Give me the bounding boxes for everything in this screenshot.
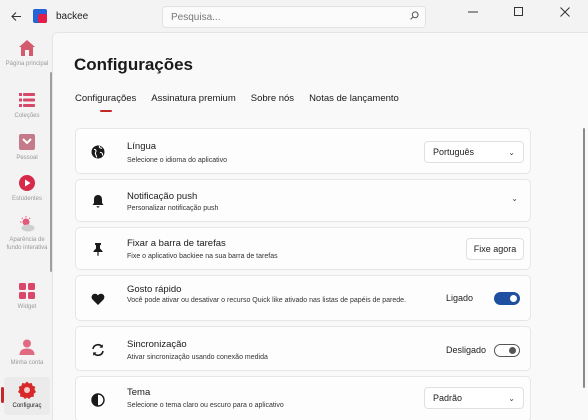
sidebar-item-interactive-wallpaper[interactable]: Aparência de fundo interativa	[4, 214, 50, 252]
theme-icon	[90, 392, 106, 408]
chevron-down-icon[interactable]: ⌄	[511, 194, 518, 203]
settings-icon	[17, 380, 37, 400]
push-title: Notificação push	[127, 191, 198, 202]
quick-like-state: Ligado	[446, 293, 474, 303]
sync-state: Desligado	[446, 345, 487, 355]
theme-title: Tema	[127, 387, 151, 398]
theme-subtitle: Selecione o tema claro ou escuro para o …	[127, 402, 284, 409]
sidebar-item-widget[interactable]: Widget	[4, 281, 50, 311]
tab-about[interactable]: Sobre nós	[251, 93, 294, 112]
theme-dropdown[interactable]: Padrão ⌄	[424, 387, 524, 409]
toggle-knob	[510, 295, 517, 302]
personal-icon	[17, 132, 37, 152]
play-icon	[17, 173, 37, 193]
sidebar-item-label: Pessoal	[16, 155, 38, 161]
sync-icon	[90, 342, 106, 358]
sidebar-item-label: Página principal	[5, 61, 49, 67]
chevron-down-icon: ⌄	[508, 147, 515, 157]
quick-like-title: Gosto rápido	[127, 284, 182, 295]
sidebar-item-collections[interactable]: Coleções	[4, 90, 50, 120]
sidebar-item-students[interactable]: Estúdentes	[4, 173, 50, 203]
sidebar-item-account[interactable]: Minha conta	[4, 337, 50, 367]
back-arrow-icon	[10, 11, 21, 21]
push-subtitle: Personalizar notificação push	[127, 205, 219, 212]
back-button[interactable]	[3, 3, 29, 29]
title-bar: backee Pesquisa...	[0, 0, 588, 32]
sidebar-item-home[interactable]: Página principal	[4, 38, 50, 68]
app-title: backee	[56, 10, 89, 22]
taskbar-subtitle: Fixe o aplicativo backiee na sua barra d…	[127, 253, 278, 260]
sidebar-item-label: Coleções	[14, 113, 40, 119]
weather-icon	[17, 214, 37, 234]
sync-card: Sincronização Ativar sincronização usand…	[75, 326, 531, 371]
language-value: Português	[433, 147, 475, 157]
sync-subtitle: Ativar sincronização usando conexão medi…	[127, 354, 268, 361]
language-card: Língua Selecione o idioma do aplicativo …	[75, 128, 531, 174]
sidebar-item-label: Minha conta	[10, 360, 44, 366]
sidebar-item-label: Widget	[17, 304, 37, 310]
taskbar-title: Fixar a barra de tarefas	[127, 238, 226, 249]
heart-icon	[90, 291, 106, 307]
tabs: Configurações Assinatura premium Sobre n…	[75, 93, 414, 112]
maximize-button[interactable]	[496, 0, 542, 24]
pin-icon	[90, 241, 106, 257]
language-dropdown[interactable]: Português ⌄	[424, 141, 524, 163]
tab-release-notes[interactable]: Notas de lançamento	[309, 93, 399, 112]
push-notification-card[interactable]: Notificação push Personalizar notificaçã…	[75, 179, 531, 222]
language-title: Língua	[127, 141, 157, 152]
minimize-button[interactable]	[450, 0, 496, 24]
sidebar: Página principal Coleções Pessoal Estúde…	[0, 32, 52, 420]
sync-title: Sincronização	[127, 339, 187, 350]
content-scrollbar[interactable]	[583, 128, 585, 388]
pin-taskbar-card: Fixar a barra de tarefas Fixe o aplicati…	[75, 227, 531, 270]
quick-like-card: Gosto rápido Você pode ativar ou desativ…	[75, 275, 531, 321]
sidebar-item-label: Estúdentes	[11, 196, 43, 202]
tab-premium[interactable]: Assinatura premium	[151, 93, 235, 112]
sidebar-item-label: Aparência de fundo interativa	[6, 237, 48, 251]
quick-like-subtitle: Você pode ativar ou desativar o recurso …	[127, 297, 406, 304]
theme-value: Padrão	[433, 393, 463, 403]
close-button[interactable]	[542, 0, 588, 24]
toggle-knob	[509, 347, 516, 354]
globe-icon	[90, 144, 106, 160]
user-icon	[17, 337, 37, 357]
sidebar-item-settings[interactable]: Configuraç	[4, 377, 50, 415]
pin-now-button[interactable]: Fixe agora	[466, 238, 524, 260]
app-logo	[33, 9, 47, 23]
collections-icon	[17, 90, 37, 110]
tab-settings[interactable]: Configurações	[75, 93, 136, 112]
sidebar-item-label: Configuraç	[12, 403, 42, 409]
chevron-down-icon: ⌄	[508, 393, 515, 403]
content-panel: Configurações Configurações Assinatura p…	[52, 32, 588, 420]
search-placeholder: Pesquisa...	[171, 11, 221, 23]
language-subtitle: Selecione o idioma do aplicativo	[127, 157, 228, 164]
theme-card: Tema Selecione o tema claro ou escuro pa…	[75, 376, 531, 420]
sidebar-item-personal[interactable]: Pessoal	[4, 132, 50, 162]
page-title: Configurações	[74, 55, 194, 74]
search-input[interactable]: Pesquisa...	[162, 6, 426, 28]
sync-toggle[interactable]	[494, 344, 520, 357]
home-icon	[17, 38, 37, 58]
bell-icon	[90, 193, 106, 209]
search-icon[interactable]	[403, 11, 425, 23]
widget-icon	[17, 281, 37, 301]
quick-like-toggle[interactable]	[494, 292, 520, 305]
